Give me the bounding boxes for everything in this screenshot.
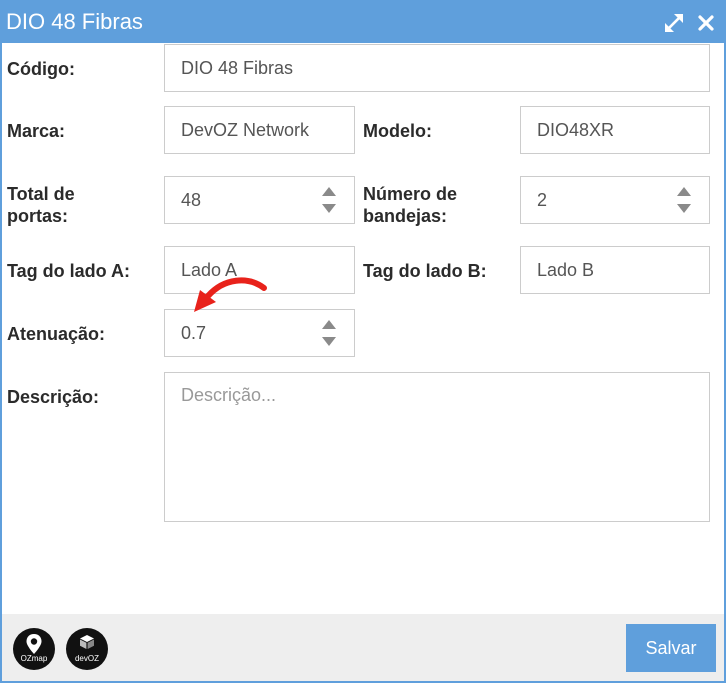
total-portas-spinner[interactable] [322, 187, 336, 213]
modelo-label: Modelo: [363, 121, 432, 141]
marca-input[interactable] [181, 107, 346, 153]
numero-bandejas-spinner[interactable] [677, 187, 691, 213]
numero-bandejas-field[interactable] [520, 176, 710, 224]
devoz-logo-text: devOZ [74, 654, 99, 663]
total-portas-label-line2: portas: [7, 206, 69, 226]
numero-bandejas-label-line2: bandejas: [363, 206, 448, 226]
close-icon[interactable] [694, 11, 718, 35]
tag-lado-a-label: Tag do lado A: [7, 261, 130, 281]
cube-icon [80, 635, 94, 649]
dialog-footer: OZmap devOZ Salvar [2, 614, 724, 681]
ozmap-logo-text: OZmap [20, 654, 48, 663]
red-curved-arrow-icon [194, 277, 267, 312]
ozmap-logo: OZmap [13, 628, 55, 670]
descricao-field[interactable] [164, 372, 710, 522]
codigo-field[interactable] [164, 44, 710, 92]
atenuacao-spinner[interactable] [322, 320, 336, 346]
total-portas-field[interactable] [164, 176, 355, 224]
marca-field[interactable] [164, 106, 355, 154]
descricao-label: Descrição: [7, 387, 100, 407]
marca-label: Marca: [7, 121, 66, 141]
modelo-field[interactable] [520, 106, 710, 154]
dialog-window: DIO 48 Fibras Código: Marca: Modelo: Tot… [0, 0, 726, 683]
devoz-logo: devOZ [66, 628, 108, 670]
tag-lado-b-input[interactable] [537, 247, 697, 293]
total-portas-input[interactable] [181, 177, 301, 223]
numero-bandejas-input[interactable] [537, 177, 657, 223]
total-portas-label: Total de portas: [7, 183, 75, 227]
atenuacao-label: Atenuação: [7, 324, 106, 344]
spinner-up-icon[interactable] [322, 187, 336, 196]
expand-arrows-icon[interactable] [662, 11, 686, 35]
tag-lado-b-label: Tag do lado B: [363, 261, 487, 281]
title-bar[interactable]: DIO 48 Fibras [2, 2, 724, 43]
window-title: DIO 48 Fibras [6, 9, 143, 34]
tag-lado-b-field[interactable] [520, 246, 710, 294]
spinner-up-icon[interactable] [322, 320, 336, 329]
spinner-down-icon[interactable] [322, 204, 336, 213]
spinner-down-icon[interactable] [677, 204, 691, 213]
map-pin-icon [26, 634, 42, 654]
save-button[interactable]: Salvar [626, 624, 716, 672]
spinner-down-icon[interactable] [322, 337, 336, 346]
spinner-up-icon[interactable] [677, 187, 691, 196]
total-portas-label-line1: Total de [7, 184, 75, 204]
codigo-label: Código: [7, 59, 75, 79]
descricao-textarea[interactable] [181, 383, 693, 513]
modelo-input[interactable] [537, 107, 697, 153]
numero-bandejas-label-line1: Número de [363, 184, 458, 204]
codigo-input[interactable] [181, 45, 691, 91]
numero-bandejas-label: Número de bandejas: [363, 183, 457, 227]
